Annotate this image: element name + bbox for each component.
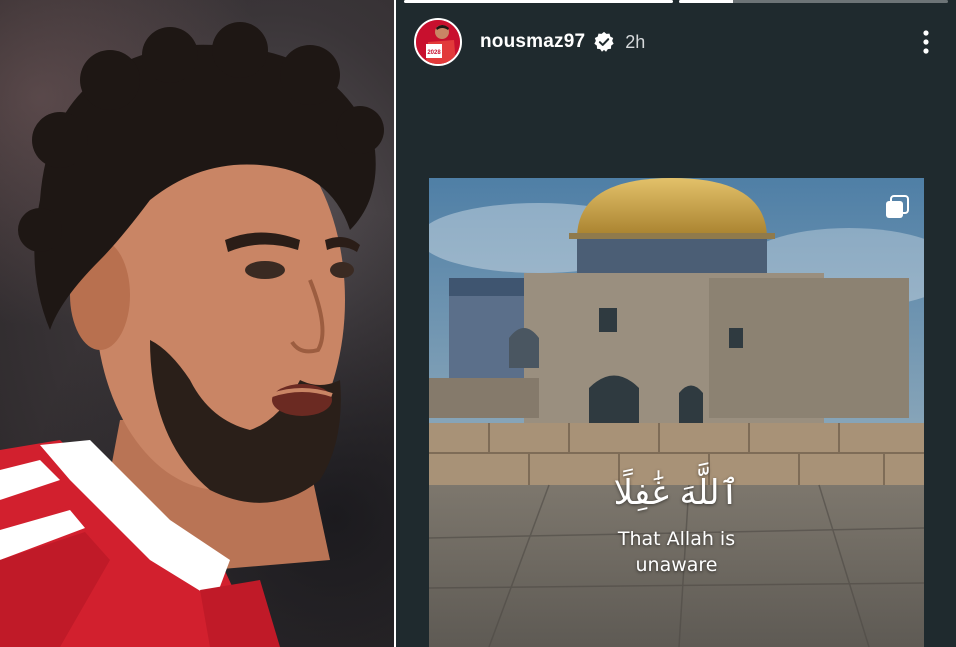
avatar-image: 2028 [416,20,460,64]
more-vertical-icon [923,30,929,54]
progress-segment [404,0,673,3]
shared-post-image[interactable]: ٱللَّهَ غَٰفِلًا That Allah is unaware [429,178,924,647]
verified-badge-icon [594,31,614,52]
post-time: 2h [625,31,646,52]
avatar-jersey-number: 2028 [427,50,441,56]
player-photo [0,0,394,647]
player-illustration [0,22,384,647]
carousel-icon [886,195,909,218]
progress-fill [404,0,673,3]
verse-english: That Allah is unaware [617,528,736,576]
avatar[interactable]: 2028 [414,18,462,66]
story-header: 2028 nousmaz97 2h [414,14,938,70]
progress-fill [679,0,733,3]
story-progress [404,0,948,4]
username[interactable]: nousmaz97 [480,31,585,53]
progress-segment [679,0,948,3]
instagram-story[interactable]: 2028 nousmaz97 2h ٱللَّهَ غَٰفِلًا That … [396,0,956,647]
more-options-button[interactable] [914,24,938,60]
verse-arabic: ٱللَّهَ غَٰفِلًا [613,473,740,513]
